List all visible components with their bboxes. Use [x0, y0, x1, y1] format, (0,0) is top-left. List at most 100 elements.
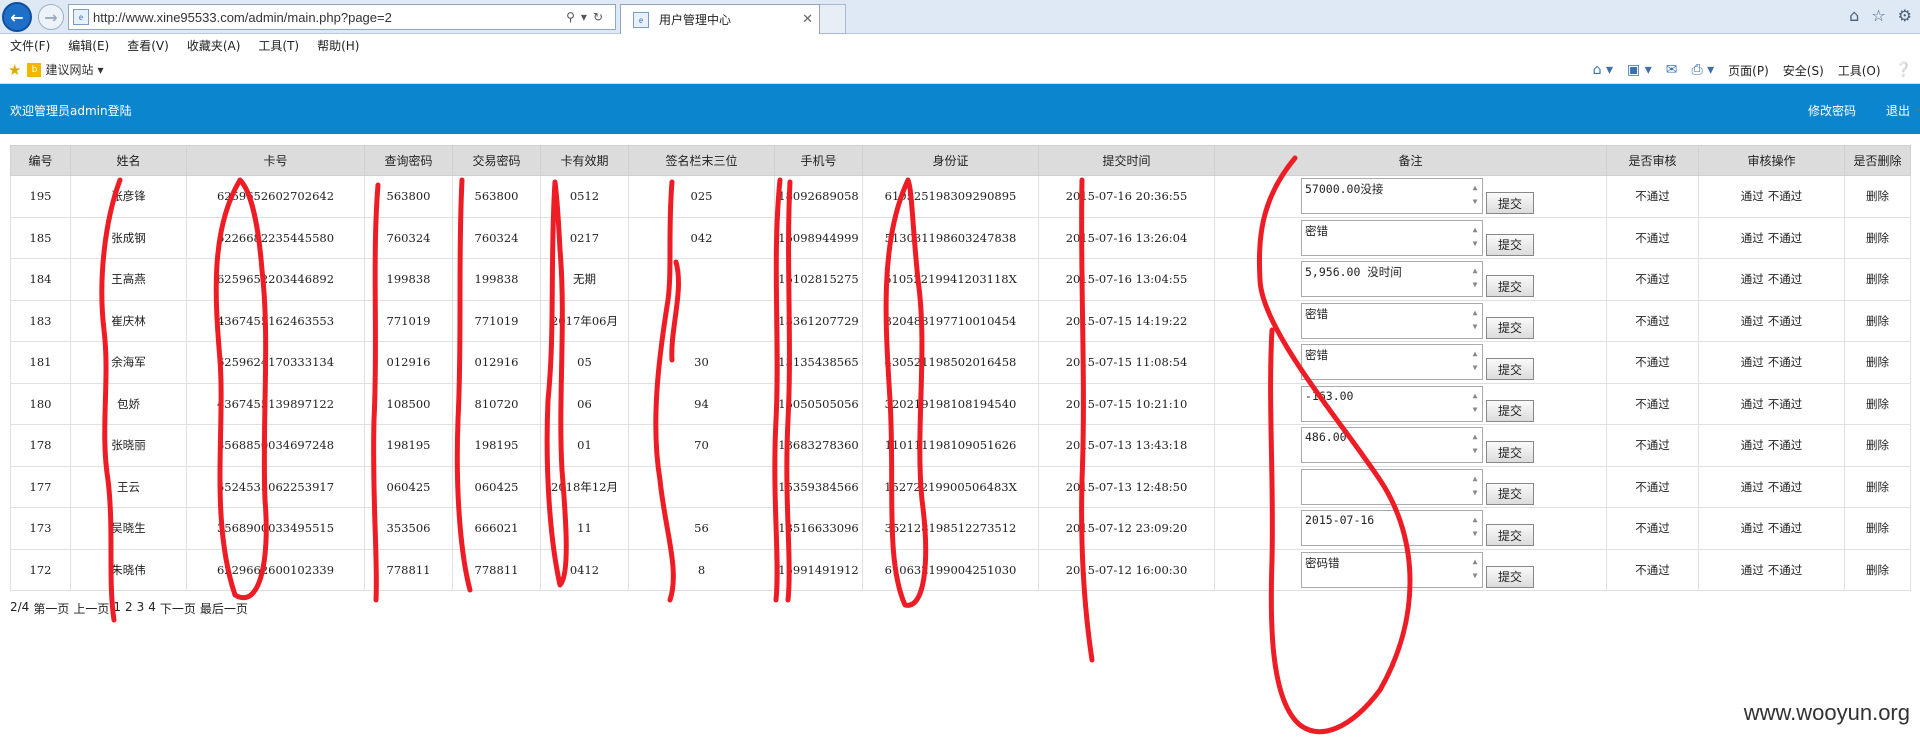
- approve-link[interactable]: 通过: [1741, 189, 1764, 203]
- delete-link[interactable]: 删除: [1844, 341, 1911, 384]
- scroll-arrows-icon[interactable]: ▲ ▼: [1469, 555, 1481, 585]
- scroll-arrows-icon[interactable]: ▲ ▼: [1469, 430, 1481, 460]
- menu-item-2[interactable]: 查看(V): [127, 37, 169, 54]
- reject-link[interactable]: 不通过: [1768, 189, 1803, 203]
- favorites-add-icon[interactable]: ★: [8, 61, 21, 79]
- home-icon[interactable]: ⌂: [1849, 6, 1859, 25]
- note-textarea[interactable]: ▲ ▼: [1301, 468, 1483, 505]
- new-tab-button[interactable]: [820, 4, 846, 34]
- note-textarea[interactable]: -163.00 ▲ ▼: [1301, 385, 1483, 422]
- delete-link[interactable]: 删除: [1844, 424, 1911, 467]
- approve-link[interactable]: 通过: [1741, 480, 1764, 494]
- approve-link[interactable]: 通过: [1741, 272, 1764, 286]
- scroll-arrows-icon[interactable]: ▲ ▼: [1469, 347, 1481, 377]
- submit-button[interactable]: 提交: [1486, 482, 1534, 505]
- search-refresh-icons[interactable]: ⚲▾↻: [566, 10, 609, 24]
- approve-link[interactable]: 通过: [1741, 355, 1764, 369]
- page-menu[interactable]: 页面(P): [1728, 62, 1769, 79]
- delete-link[interactable]: 删除: [1844, 507, 1911, 550]
- scroll-arrows-icon[interactable]: ▲ ▼: [1469, 306, 1481, 336]
- page-link-3[interactable]: 3: [137, 600, 145, 617]
- safety-menu[interactable]: 安全(S): [1783, 62, 1824, 79]
- scroll-arrows-icon[interactable]: ▲ ▼: [1469, 181, 1481, 211]
- page-link-1[interactable]: 1: [113, 600, 121, 617]
- settings-gear-icon[interactable]: ⚙: [1898, 6, 1912, 25]
- scroll-arrows-icon[interactable]: ▲ ▼: [1469, 264, 1481, 294]
- approve-link[interactable]: 通过: [1741, 314, 1764, 328]
- submit-button[interactable]: 提交: [1486, 524, 1534, 547]
- note-textarea[interactable]: 486.00 ▲ ▼: [1301, 427, 1483, 464]
- menu-item-0[interactable]: 文件(F): [10, 37, 50, 54]
- favorites-star-icon[interactable]: ☆: [1871, 6, 1885, 25]
- delete-link[interactable]: 删除: [1844, 175, 1911, 218]
- approve-link[interactable]: 通过: [1741, 231, 1764, 245]
- prev-page-link[interactable]: 上一页: [73, 600, 109, 617]
- note-textarea[interactable]: 2015-07-16 ▲ ▼: [1301, 510, 1483, 547]
- submit-button[interactable]: 提交: [1486, 316, 1534, 339]
- delete-link[interactable]: 删除: [1844, 548, 1911, 591]
- menu-item-3[interactable]: 收藏夹(A): [187, 37, 241, 54]
- address-bar[interactable]: e http://www.xine95533.com/admin/main.ph…: [68, 4, 616, 30]
- submit-button[interactable]: 提交: [1486, 233, 1534, 256]
- next-page-link[interactable]: 下一页: [160, 600, 196, 617]
- feeds-icon[interactable]: ▣ ▾: [1627, 62, 1652, 78]
- reject-link[interactable]: 不通过: [1768, 314, 1803, 328]
- delete-link[interactable]: 删除: [1844, 465, 1911, 508]
- back-button[interactable]: ←: [2, 2, 32, 32]
- help-icon[interactable]: ❔: [1895, 62, 1912, 78]
- url-text[interactable]: http://www.xine95533.com/admin/main.php?…: [93, 10, 566, 25]
- browser-tab[interactable]: e 用户管理中心 ✕: [620, 4, 820, 34]
- menu-item-5[interactable]: 帮助(H): [317, 37, 359, 54]
- first-page-link[interactable]: 第一页: [33, 600, 69, 617]
- note-textarea[interactable]: 密错 ▲ ▼: [1301, 302, 1483, 339]
- reject-link[interactable]: 不通过: [1768, 355, 1803, 369]
- reject-link[interactable]: 不通过: [1768, 438, 1803, 452]
- submit-button[interactable]: 提交: [1486, 192, 1534, 215]
- note-textarea[interactable]: 密错 ▲ ▼: [1301, 344, 1483, 381]
- approve-link[interactable]: 通过: [1741, 438, 1764, 452]
- print-icon[interactable]: ⎙ ▾: [1691, 62, 1714, 78]
- scroll-arrows-icon[interactable]: ▲ ▼: [1469, 513, 1481, 543]
- forward-button[interactable]: →: [38, 4, 64, 30]
- note-textarea[interactable]: 密错 ▲ ▼: [1301, 219, 1483, 256]
- reject-link[interactable]: 不通过: [1768, 480, 1803, 494]
- cell-review-actions: 通过 不通过: [1698, 548, 1845, 591]
- delete-link[interactable]: 删除: [1844, 299, 1911, 342]
- table-row: 183 崔庆林 4367455162463553 771019 771019 2017年0…: [10, 299, 1911, 342]
- change-password-link[interactable]: 修改密码: [1808, 102, 1856, 119]
- logout-link[interactable]: 退出: [1886, 102, 1910, 119]
- note-textarea[interactable]: 57000.00没接 ▲ ▼: [1301, 178, 1483, 215]
- tools-menu[interactable]: 工具(O): [1838, 62, 1881, 79]
- cell-name: 朱晓伟: [70, 548, 187, 591]
- note-textarea[interactable]: 5,956.00 没时间 ▲ ▼: [1301, 261, 1483, 298]
- suggested-sites[interactable]: b 建议网站 ▾: [27, 61, 104, 78]
- mail-icon[interactable]: ✉: [1666, 62, 1678, 78]
- page-link-4[interactable]: 4: [148, 600, 156, 617]
- reject-link[interactable]: 不通过: [1768, 397, 1803, 411]
- reject-link[interactable]: 不通过: [1768, 272, 1803, 286]
- page-link-2[interactable]: 2: [125, 600, 133, 617]
- last-page-link[interactable]: 最后一页: [200, 600, 248, 617]
- approve-link[interactable]: 通过: [1741, 563, 1764, 577]
- home-icon[interactable]: ⌂ ▾: [1593, 62, 1613, 78]
- reject-link[interactable]: 不通过: [1768, 231, 1803, 245]
- reject-link[interactable]: 不通过: [1768, 563, 1803, 577]
- note-textarea[interactable]: 密码错 ▲ ▼: [1301, 551, 1483, 588]
- approve-link[interactable]: 通过: [1741, 521, 1764, 535]
- submit-button[interactable]: 提交: [1486, 441, 1534, 464]
- submit-button[interactable]: 提交: [1486, 358, 1534, 381]
- menu-item-4[interactable]: 工具(T): [258, 37, 299, 54]
- submit-button[interactable]: 提交: [1486, 275, 1534, 298]
- delete-link[interactable]: 删除: [1844, 258, 1911, 301]
- delete-link[interactable]: 删除: [1844, 216, 1911, 259]
- submit-button[interactable]: 提交: [1486, 565, 1534, 588]
- scroll-arrows-icon[interactable]: ▲ ▼: [1469, 223, 1481, 253]
- approve-link[interactable]: 通过: [1741, 397, 1764, 411]
- scroll-arrows-icon[interactable]: ▲ ▼: [1469, 389, 1481, 419]
- reject-link[interactable]: 不通过: [1768, 521, 1803, 535]
- scroll-arrows-icon[interactable]: ▲ ▼: [1469, 472, 1481, 502]
- tab-close-icon[interactable]: ✕: [802, 12, 813, 27]
- submit-button[interactable]: 提交: [1486, 399, 1534, 422]
- menu-item-1[interactable]: 编辑(E): [68, 37, 109, 54]
- delete-link[interactable]: 删除: [1844, 382, 1911, 425]
